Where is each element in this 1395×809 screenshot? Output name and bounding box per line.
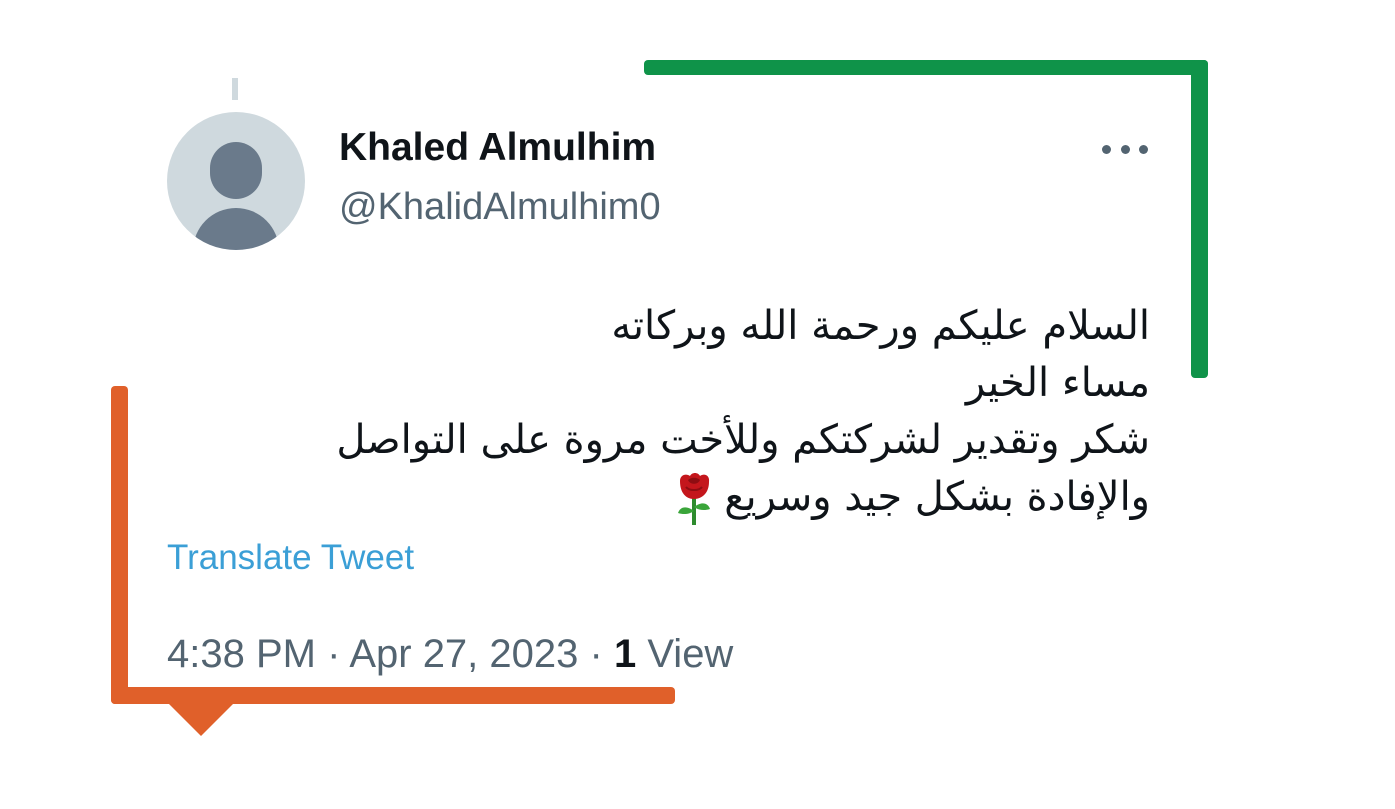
tweet-text-line: السلام عليكم ورحمة الله وبركاته: [611, 303, 1150, 349]
orange-frame-pointer: [168, 703, 234, 736]
meta-separator: ·: [327, 632, 341, 676]
default-avatar-icon: [210, 142, 262, 199]
more-dot: [1139, 144, 1148, 154]
rose-icon: [678, 473, 711, 525]
orange-frame-bottom-bar: [111, 687, 675, 704]
thread-connector-line: [232, 78, 238, 100]
tweet-screenshot: Khaled Almulhim @KhalidAlmulhim0 السلام …: [0, 0, 1395, 809]
views-label: View: [647, 632, 734, 676]
meta-separator: ·: [589, 632, 603, 676]
author-handle[interactable]: @KhalidAlmulhim0: [339, 186, 661, 229]
author-display-name[interactable]: Khaled Almulhim: [339, 126, 656, 170]
tweet-text-line: مساء الخير: [965, 360, 1150, 406]
more-options-icon[interactable]: [1102, 141, 1148, 157]
orange-frame-left-bar: [111, 386, 128, 704]
tweet-text: السلام عليكم ورحمة الله وبركاته مساء الخ…: [270, 298, 1150, 527]
avatar-body-shape: [193, 208, 279, 250]
tweet-text-line: شكر وتقدير لشركتكم وللأخت مروة على التوا…: [336, 417, 1150, 463]
green-frame-top-bar: [644, 60, 1208, 75]
more-dot: [1120, 144, 1130, 154]
tweet-date[interactable]: Apr 27, 2023: [349, 632, 578, 676]
views-count: 1: [613, 632, 637, 676]
tweet-text-segment: والإفادة بشكل جيد وسريع: [724, 474, 1150, 520]
more-dot: [1102, 144, 1111, 154]
green-frame-right-bar: [1191, 60, 1208, 378]
tweet-text-line-last: والإفادة بشكل جيد وسريع: [270, 469, 1150, 527]
avatar[interactable]: [167, 112, 305, 250]
translate-tweet-link[interactable]: Translate Tweet: [167, 538, 414, 578]
tweet-meta-row: 4:38 PM · Apr 27, 2023 · 1 View: [167, 632, 733, 677]
tweet-time[interactable]: 4:38 PM: [167, 632, 316, 676]
